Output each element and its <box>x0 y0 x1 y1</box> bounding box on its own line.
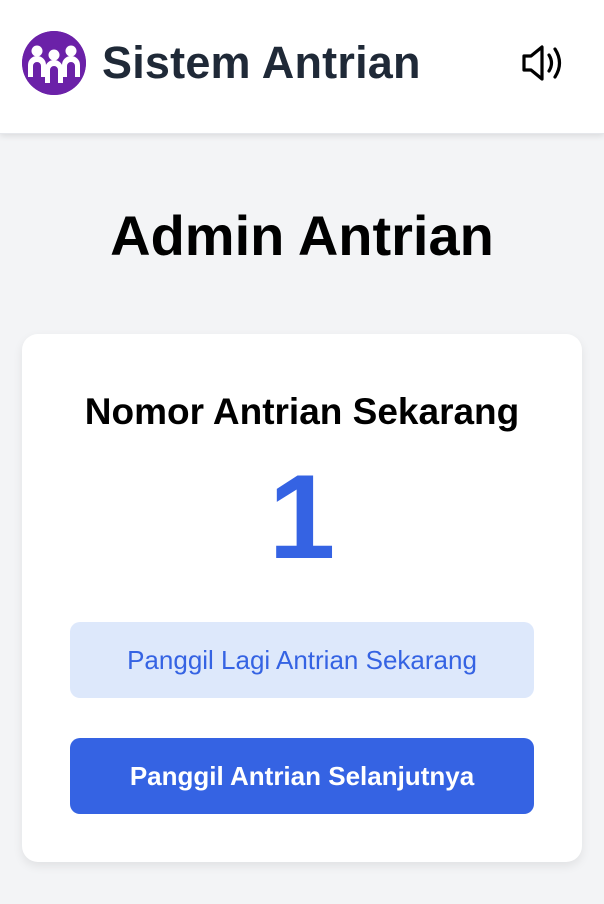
app-header: Sistem Antrian <box>0 0 604 134</box>
recall-current-button[interactable]: Panggil Lagi Antrian Sekarang <box>70 622 534 698</box>
current-queue-label: Nomor Antrian Sekarang <box>84 391 520 432</box>
queue-card: Nomor Antrian Sekarang 1 Panggil Lagi An… <box>22 334 582 862</box>
app-title: Sistem Antrian <box>102 37 421 88</box>
current-queue-number: 1 <box>268 450 336 584</box>
people-queue-icon <box>22 31 86 95</box>
page-title: Admin Antrian <box>110 204 494 267</box>
call-next-button[interactable]: Panggil Antrian Selanjutnya <box>70 738 534 814</box>
sound-toggle-button[interactable] <box>516 40 568 86</box>
speaker-volume-icon <box>522 45 562 81</box>
